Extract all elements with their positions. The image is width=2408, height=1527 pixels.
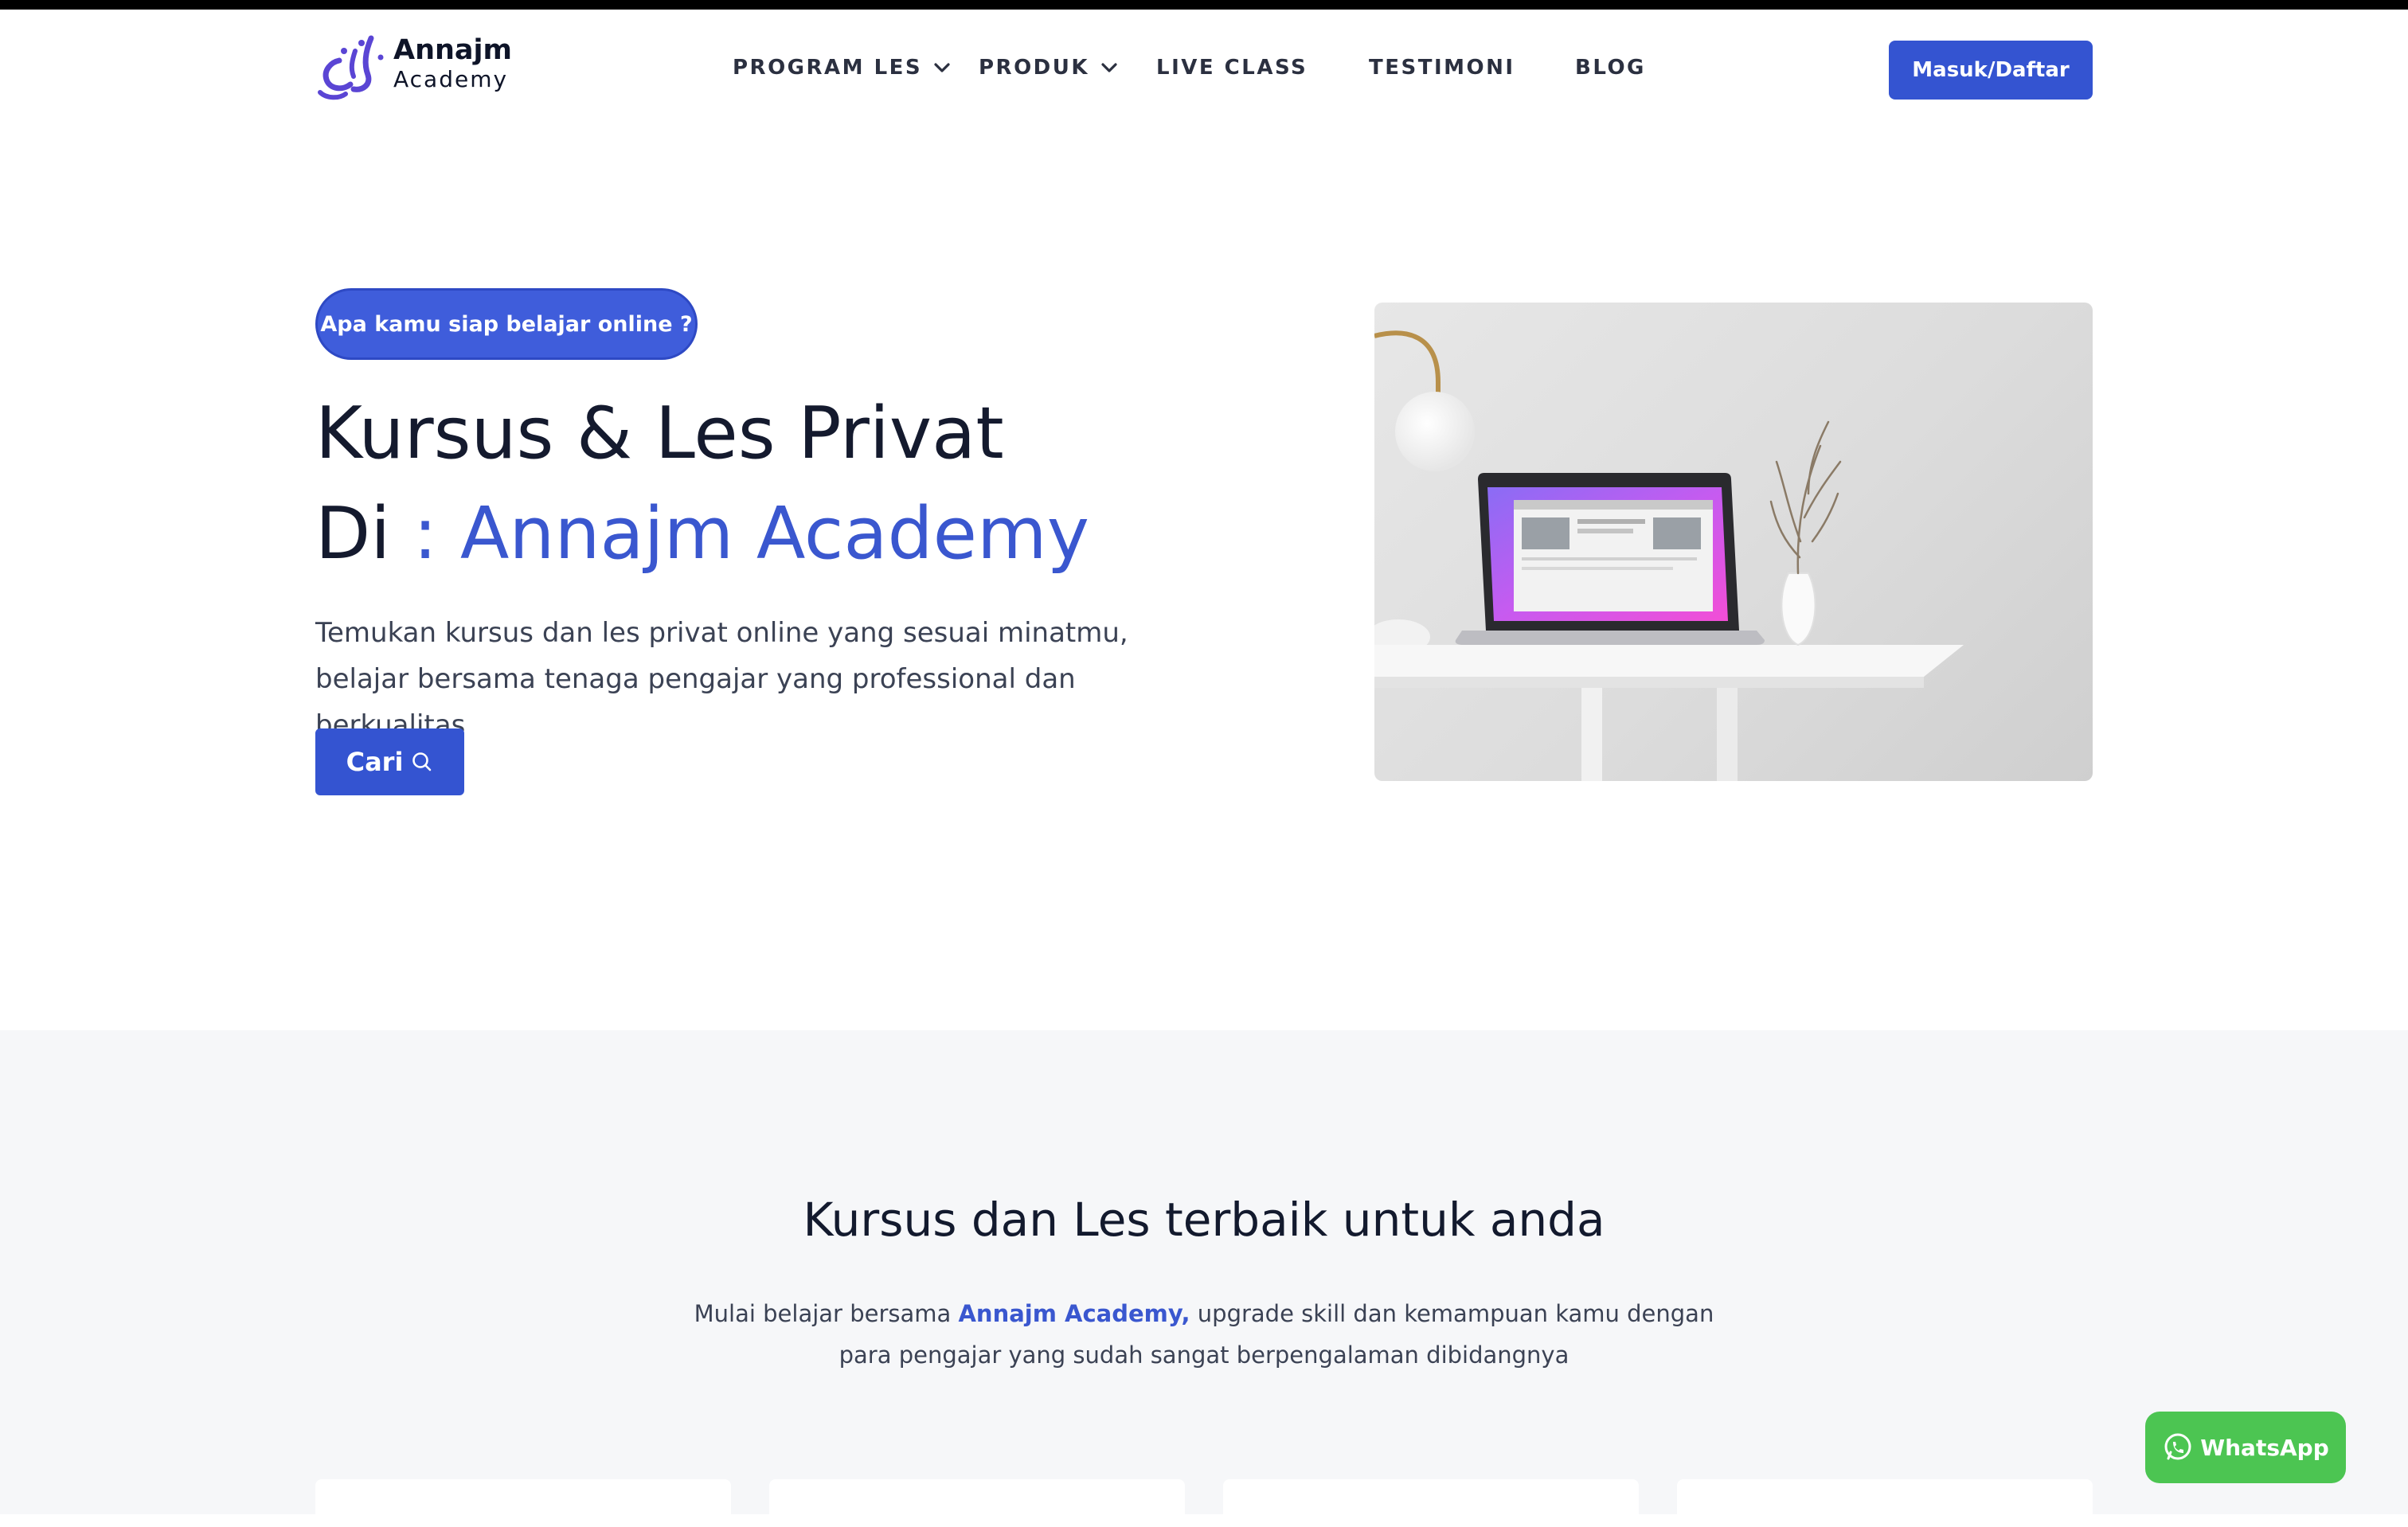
whatsapp-icon — [2164, 1433, 2191, 1460]
search-icon — [412, 752, 432, 771]
course-card[interactable] — [1677, 1479, 2093, 1527]
nav-produk[interactable]: PRODUK — [979, 54, 1121, 81]
nav-live-class-label: LIVE CLASS — [1156, 56, 1308, 80]
courses-section — [0, 1030, 2408, 1514]
hero-title-brand: : Annajm Academy — [390, 492, 1089, 576]
logo-icon — [318, 35, 384, 100]
nav-program-les[interactable]: PROGRAM LES — [733, 54, 954, 81]
top-border — [0, 0, 2408, 10]
chevron-down-icon — [934, 63, 950, 72]
course-card[interactable] — [315, 1479, 731, 1527]
course-card[interactable] — [1223, 1479, 1639, 1527]
logo-name: Annajm — [393, 34, 513, 66]
nav-blog[interactable]: BLOG — [1575, 54, 1646, 81]
login-register-button[interactable]: Masuk/Daftar — [1889, 41, 2093, 100]
whatsapp-button[interactable]: WhatsApp — [2145, 1412, 2346, 1483]
hero-image — [1374, 303, 2093, 781]
section-title: Kursus dan Les terbaik untuk anda — [803, 1193, 1605, 1247]
nav-testimoni[interactable]: TESTIMONI — [1369, 54, 1515, 81]
nav-produk-label: PRODUK — [979, 56, 1090, 80]
hero-title-line2: Di : Annajm Academy — [315, 490, 1089, 578]
section-desc-brand: Annajm Academy, — [958, 1300, 1190, 1327]
site-logo[interactable]: Annajm Academy — [315, 33, 514, 100]
chevron-down-icon — [1101, 63, 1117, 72]
hero-description: Temukan kursus dan les privat online yan… — [315, 617, 1128, 741]
nav-blog-label: BLOG — [1575, 56, 1646, 80]
section-desc-prefix: Mulai belajar bersama — [694, 1300, 959, 1327]
nav-program-les-label: PROGRAM LES — [733, 56, 923, 80]
course-card[interactable] — [769, 1479, 1185, 1527]
logo-subtitle: Academy — [393, 66, 509, 92]
section-description: Mulai belajar bersama Annajm Academy, up… — [686, 1293, 1722, 1376]
nav-live-class[interactable]: LIVE CLASS — [1156, 54, 1308, 81]
hero-title-line1: Kursus & Les Privat — [315, 392, 1004, 475]
search-button-label: Cari — [346, 747, 404, 777]
search-button[interactable]: Cari — [315, 728, 464, 795]
hero-title-prefix: Di — [315, 492, 391, 576]
desk-laptop-illustration — [1374, 330, 1964, 781]
hero-badge: Apa kamu siap belajar online ? — [315, 288, 698, 360]
nav-testimoni-label: TESTIMONI — [1369, 56, 1515, 80]
whatsapp-label: WhatsApp — [2200, 1434, 2329, 1461]
